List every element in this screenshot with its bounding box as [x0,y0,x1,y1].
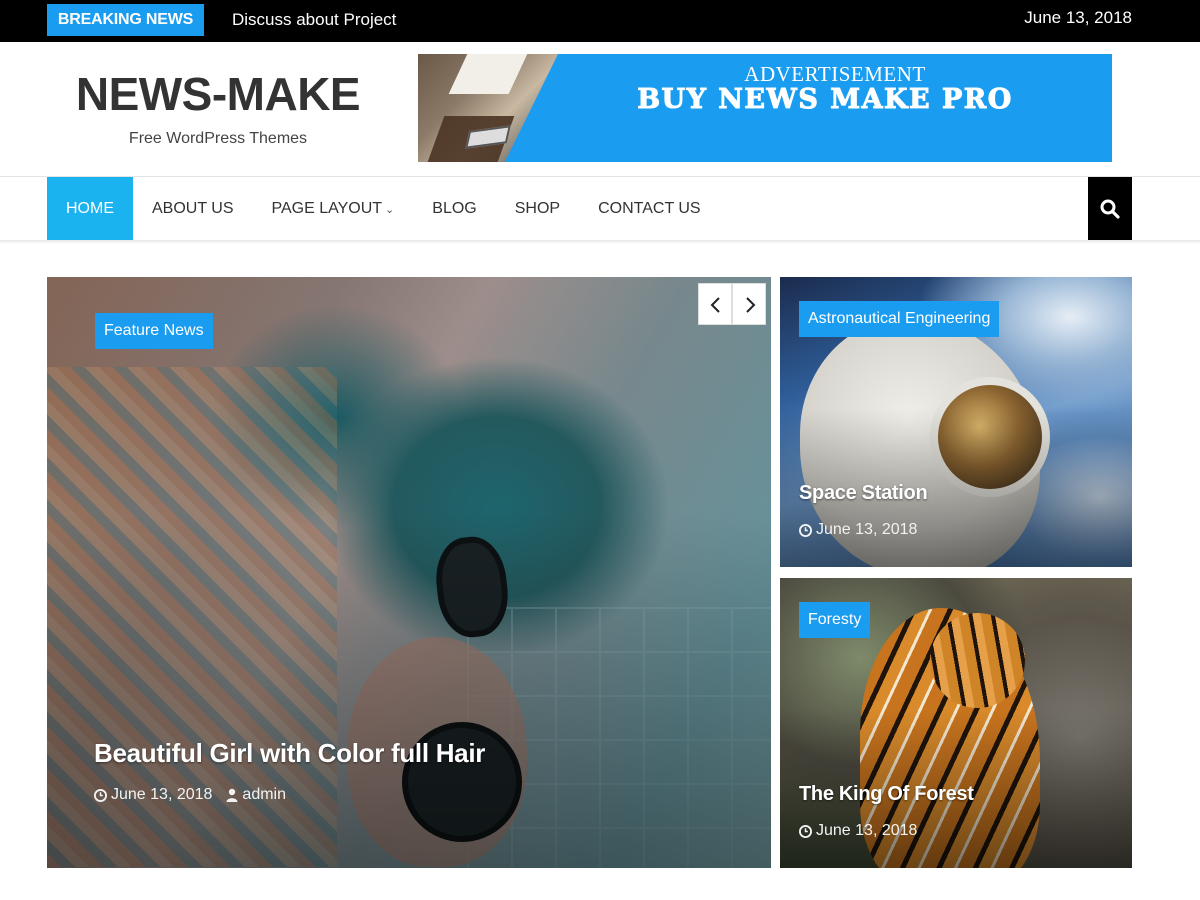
search-button[interactable] [1088,177,1132,240]
top-bar: BREAKING NEWS Discuss about Project June… [0,0,1200,42]
clock-icon [94,788,107,802]
side-post-1-title[interactable]: Space Station [799,482,928,505]
chevron-down-icon: ⌄ [385,204,395,216]
advertisement-title: BUY NEWS MAKE PRO [637,84,1013,116]
featured-main-meta: June 13, 2018 admin [94,786,286,804]
featured-main-date[interactable]: June 13, 2018 [111,786,212,804]
nav-item-page-layout-label: PAGE LAYOUT [271,200,383,217]
featured-main-title[interactable]: Beautiful Girl with Color full Hair [94,738,485,769]
side-post-2-meta: June 13, 2018 [799,822,917,840]
chevron-right-icon [746,297,756,313]
breaking-news-badge: BREAKING NEWS [47,4,204,36]
slider-next-button[interactable] [732,283,766,325]
nav-shadow [0,240,1200,244]
user-icon [226,788,238,802]
nav-item-shop[interactable]: SHOP [496,177,579,240]
search-icon [1100,199,1120,219]
featured-main-category-tag[interactable]: Feature News [95,313,213,349]
site-tagline: Free WordPress Themes [128,130,308,147]
nav-item-home[interactable]: HOME [47,177,133,240]
clock-icon [799,523,812,537]
clock-icon [799,824,812,838]
side-post-1-category-tag[interactable]: Astronautical Engineering [799,301,1000,337]
main-navigation: HOME ABOUT US PAGE LAYOUT ⌄ BLOG SHOP CON… [47,177,720,240]
nav-item-about-us[interactable]: ABOUT US [133,177,253,240]
nav-item-page-layout[interactable]: PAGE LAYOUT ⌄ [253,177,414,240]
breaking-news-ticker-link[interactable]: Discuss about Project [232,0,396,42]
advertisement-banner[interactable]: ADVERTISEMENT BUY NEWS MAKE PRO [418,54,1112,162]
advertisement-photo [418,54,558,162]
featured-main-author[interactable]: admin [242,786,286,804]
side-post-2-date[interactable]: June 13, 2018 [816,822,917,840]
site-title[interactable]: NEWS-MAKE [47,66,389,122]
nav-item-blog[interactable]: BLOG [413,177,495,240]
featured-main-post[interactable] [47,277,771,868]
side-post-1-meta: June 13, 2018 [799,521,917,539]
slider-prev-button[interactable] [698,283,732,325]
side-post-2-title[interactable]: The King Of Forest [799,783,974,806]
nav-item-contact-us[interactable]: CONTACT US [579,177,720,240]
current-date: June 13, 2018 [1024,8,1132,27]
side-post-1-date[interactable]: June 13, 2018 [816,521,917,539]
chevron-left-icon [710,297,720,313]
side-post-2-category-tag[interactable]: Foresty [799,602,871,638]
